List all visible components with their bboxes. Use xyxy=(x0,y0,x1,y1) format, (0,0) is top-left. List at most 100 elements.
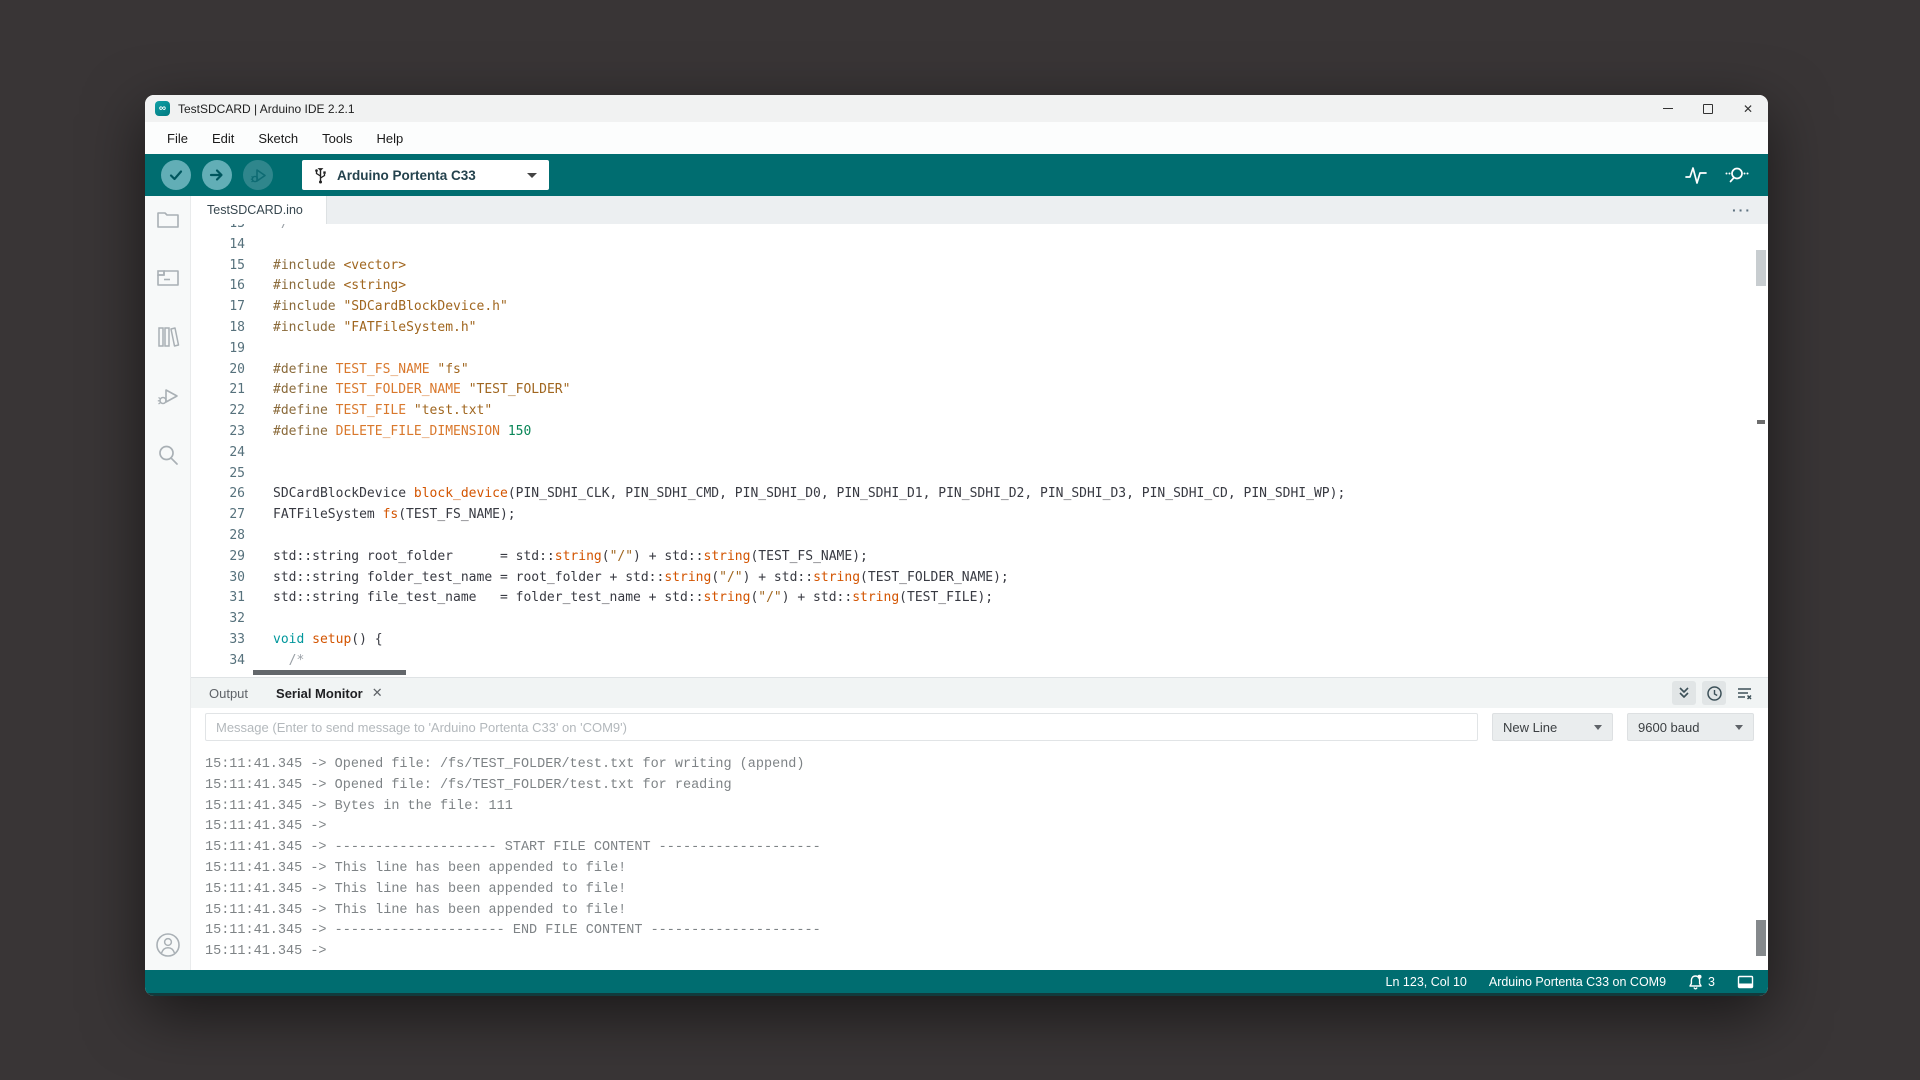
code-line: 17 #include "SDCardBlockDevice.h" xyxy=(191,297,1752,318)
sidebar-item-debug[interactable] xyxy=(155,383,181,409)
verify-button[interactable] xyxy=(161,160,191,190)
tab-serial-monitor[interactable]: Serial Monitor ✕ xyxy=(262,685,397,701)
timestamp-toggle[interactable] xyxy=(1702,681,1726,705)
serial-plotter-button[interactable] xyxy=(1684,164,1708,186)
library-manager-icon xyxy=(157,327,179,347)
account-button[interactable] xyxy=(155,932,181,958)
output-vertical-scrollbar[interactable] xyxy=(1756,920,1766,956)
maximize-button[interactable] xyxy=(1688,95,1728,122)
scroll-to-bottom-toggle[interactable] xyxy=(1672,681,1696,705)
menu-edit[interactable]: Edit xyxy=(202,128,244,149)
clock-icon xyxy=(1706,685,1722,701)
check-icon xyxy=(169,170,183,181)
sidebar-item-boards-manager[interactable] xyxy=(155,265,181,291)
line-number: 24 xyxy=(229,444,245,460)
code-lines: 13*/14 15 #include <vector> 16 #include <str… xyxy=(191,224,1752,672)
minimize-button[interactable] xyxy=(1648,95,1688,122)
code-editor[interactable]: 13*/14 15 #include <vector> 16 #include <str… xyxy=(191,224,1768,677)
tab-overflow-menu[interactable]: ··· xyxy=(1732,203,1752,217)
board-selector-dropdown[interactable]: Arduino Portenta C33 xyxy=(302,160,549,190)
code-line: 25 xyxy=(191,464,1752,485)
arduino-ide-window: ∞ TestSDCARD | Arduino IDE 2.2.1 ✕ File … xyxy=(145,95,1768,996)
tab-output[interactable]: Output xyxy=(195,686,262,701)
line-number: 16 xyxy=(229,278,245,294)
serial-message-input[interactable] xyxy=(205,713,1478,741)
sidebar-item-sketchbook[interactable] xyxy=(155,206,181,232)
line-number: 33 xyxy=(229,631,245,647)
sketchbook-folder-icon xyxy=(156,212,179,228)
sidebar-item-library-manager[interactable] xyxy=(155,324,181,350)
upload-button[interactable] xyxy=(202,160,232,190)
serial-monitor-button[interactable] xyxy=(1724,164,1750,186)
code-text: #include "SDCardBlockDevice.h" xyxy=(273,299,508,315)
serial-output-line: 15:11:41.345 -> Bytes in the file: 111 xyxy=(205,798,513,814)
panel-header: Output Serial Monitor ✕ xyxy=(191,678,1768,708)
line-number: 14 xyxy=(229,236,245,252)
editor-vertical-scrollbar[interactable] xyxy=(1756,250,1766,286)
tab-label: TestSDCARD.ino xyxy=(207,203,303,217)
serial-output-lines: 15:11:41.345 -> Opened file: /fs/TEST_FO… xyxy=(205,755,1768,963)
line-number: 34 xyxy=(229,652,245,668)
serial-output-line: 15:11:41.345 -> -------------------- STA… xyxy=(205,840,821,856)
selected-board-label: Arduino Portenta C33 xyxy=(337,167,476,183)
code-text: std::string file_test_name = folder_test… xyxy=(273,590,994,606)
menu-tools[interactable]: Tools xyxy=(312,128,362,149)
code-line: 22 #define TEST_FILE "test.txt" xyxy=(191,401,1752,422)
sidebar-item-search[interactable] xyxy=(155,442,181,468)
close-tab-icon[interactable]: ✕ xyxy=(372,685,383,701)
tab-testsdcard-ino[interactable]: TestSDCARD.ino xyxy=(191,196,327,224)
status-bar: Ln 123, Col 10 Arduino Portenta C33 on C… xyxy=(145,970,1768,993)
code-line: 13*/ xyxy=(191,224,1752,235)
code-line: 29 std::string root_folder = std::string(… xyxy=(191,547,1752,568)
menu-sketch[interactable]: Sketch xyxy=(248,128,308,149)
chevron-down-icon xyxy=(1594,724,1602,730)
serial-output-line: 15:11:41.345 -> This line has been appen… xyxy=(205,902,627,918)
line-number: 17 xyxy=(229,299,245,315)
editor-horizontal-scrollbar[interactable] xyxy=(253,670,406,675)
code-line: 15 #include <vector> xyxy=(191,256,1752,277)
double-chevron-down-icon xyxy=(1679,687,1689,698)
serial-output-line: 15:11:41.345 -> This line has been appen… xyxy=(205,881,627,897)
code-line: 34 /* xyxy=(191,651,1752,672)
line-number: 13 xyxy=(191,224,245,235)
cursor-position[interactable]: Ln 123, Col 10 xyxy=(1386,975,1467,989)
code-text: std::string root_folder = std::string("/… xyxy=(273,548,868,564)
code-text: #include <string> xyxy=(273,278,407,294)
toolbar: Arduino Portenta C33 xyxy=(145,154,1768,196)
line-number: 27 xyxy=(229,507,245,523)
baud-rate-value: 9600 baud xyxy=(1638,719,1700,735)
serial-output[interactable]: 15:11:41.345 -> Opened file: /fs/TEST_FO… xyxy=(191,746,1768,970)
toggle-panel-button[interactable] xyxy=(1737,975,1754,989)
line-number: 15 xyxy=(229,257,245,273)
line-number: 25 xyxy=(229,465,245,481)
debug-icon xyxy=(250,168,266,182)
serial-output-line: 15:11:41.345 -> xyxy=(205,944,327,960)
chevron-down-icon xyxy=(1735,724,1743,730)
notification-count: 3 xyxy=(1708,974,1715,989)
code-text: void setup() { xyxy=(273,631,383,647)
line-number: 19 xyxy=(229,340,245,356)
menu-help[interactable]: Help xyxy=(366,128,413,149)
code-text: #define DELETE_FILE_DIMENSION 150 xyxy=(273,423,532,439)
clear-output-button[interactable] xyxy=(1732,681,1756,705)
code-line: 33 void setup() { xyxy=(191,630,1752,651)
line-number: 28 xyxy=(229,527,245,543)
serial-output-line: 15:11:41.345 -> Opened file: /fs/TEST_FO… xyxy=(205,777,732,793)
notifications-button[interactable]: 3 xyxy=(1688,974,1715,990)
search-icon xyxy=(158,445,178,465)
serial-output-line: 15:11:41.345 -> Opened file: /fs/TEST_FO… xyxy=(205,757,805,772)
line-ending-dropdown[interactable]: New Line xyxy=(1492,713,1613,741)
arduino-app-icon: ∞ xyxy=(155,101,170,116)
code-line: 30 std::string folder_test_name = root_fo… xyxy=(191,568,1752,589)
baud-rate-dropdown[interactable]: 9600 baud xyxy=(1627,713,1754,741)
line-number: 32 xyxy=(229,611,245,627)
close-button[interactable]: ✕ xyxy=(1728,95,1768,122)
code-line: 26 SDCardBlockDevice block_device(PIN_SDH… xyxy=(191,484,1752,505)
board-port-status[interactable]: Arduino Portenta C33 on COM9 xyxy=(1489,975,1666,989)
bottom-panel: Output Serial Monitor ✕ Message (Enter t… xyxy=(191,677,1768,970)
menu-file[interactable]: File xyxy=(157,128,198,149)
serial-monitor-icon xyxy=(1725,167,1749,183)
